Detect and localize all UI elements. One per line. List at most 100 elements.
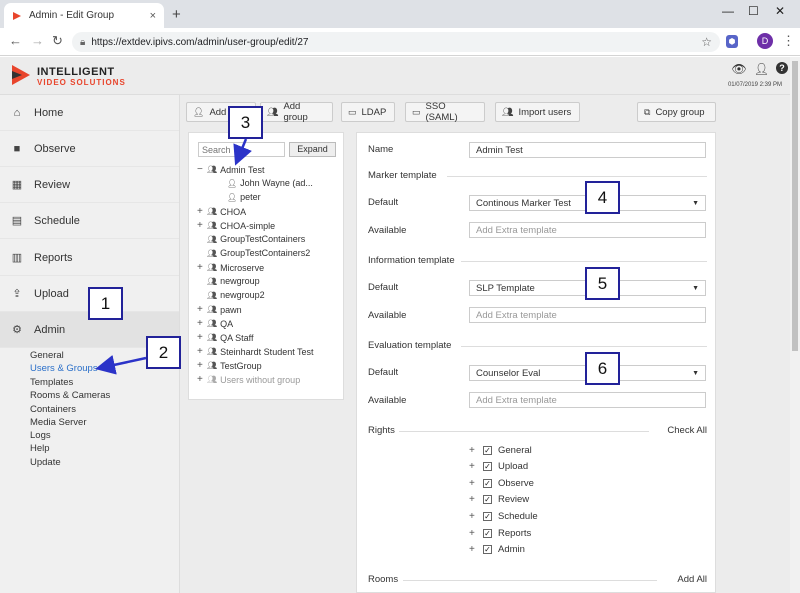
tree-row-group[interactable]: 👥︎ GroupTestContainers — [207, 234, 305, 244]
bookmark-star-icon[interactable]: ☆ — [701, 35, 712, 49]
sidebar-item-home[interactable]: ⌂ Home — [0, 95, 179, 131]
right-row: + ✓ Reports — [469, 528, 531, 539]
help-icon[interactable]: ? — [776, 62, 788, 74]
tree-row-label: TestGroup — [220, 360, 262, 371]
tree-row-group[interactable]: 👥︎ newgroup2 — [207, 290, 265, 300]
browser-menu-icon[interactable]: ⋮ — [782, 33, 795, 49]
sidebar-item-review[interactable]: ▦ Review — [0, 167, 179, 203]
name-input[interactable]: Admin Test — [469, 142, 706, 158]
tree-row-label: Users without group — [220, 374, 301, 385]
address-bar[interactable]: 🔒︎ https://extdev.ipivs.com/admin/user-g… — [72, 32, 720, 52]
tree-row-group[interactable]: + 👥︎ CHOA-simple — [197, 220, 275, 231]
tree-toggle[interactable]: + — [197, 360, 207, 371]
tree-row-user[interactable]: 👤︎ peter — [227, 192, 261, 202]
window-close-icon[interactable]: ✕ — [775, 4, 785, 18]
scrollbar-thumb[interactable] — [792, 61, 798, 351]
right-checkbox[interactable]: ✓ — [483, 529, 492, 538]
tree-row-group[interactable]: + 👥︎ Users without group — [197, 374, 300, 385]
profile-avatar[interactable]: D — [757, 33, 773, 49]
chevron-down-icon: ▼ — [692, 284, 699, 292]
expand-plus-icon[interactable]: + — [469, 511, 483, 522]
check-all-link[interactable]: Check All — [667, 425, 707, 436]
browser-tab[interactable]: Admin - Edit Group × — [4, 3, 164, 28]
info-available-input[interactable]: Add Extra template — [469, 307, 706, 323]
divider — [403, 580, 657, 581]
tree-toggle[interactable]: − — [197, 164, 207, 175]
tree-toggle[interactable]: + — [197, 220, 207, 231]
right-checkbox[interactable]: ✓ — [483, 545, 492, 554]
tree-row-group[interactable]: 👥︎ GroupTestContainers2 — [207, 248, 310, 258]
right-checkbox[interactable]: ✓ — [483, 479, 492, 488]
eval-available-input[interactable]: Add Extra template — [469, 392, 706, 408]
tree-row-user[interactable]: 👤︎ John Wayne (ad... — [227, 178, 313, 188]
user-icon[interactable]: 👤︎ — [754, 62, 769, 76]
import-users-button[interactable]: 👥︎ Import users — [495, 102, 580, 122]
sso-saml-button[interactable]: ▭ SSO (SAML) — [405, 101, 485, 123]
tree-toggle[interactable]: + — [197, 318, 207, 329]
expand-plus-icon[interactable]: + — [469, 478, 483, 489]
admin-sub-media-server[interactable]: Media Server — [30, 417, 87, 428]
admin-sub-rooms-cameras[interactable]: Rooms & Cameras — [30, 390, 110, 401]
tree-row-group[interactable]: 👥︎ newgroup — [207, 276, 260, 286]
extension-icon[interactable]: ⬢ — [726, 35, 738, 48]
divider — [461, 346, 707, 347]
new-tab-button[interactable]: + — [172, 6, 181, 23]
admin-sub-update[interactable]: Update — [30, 457, 61, 468]
admin-sub-help[interactable]: Help — [30, 443, 50, 454]
eye-icon[interactable]: 👁︎ — [732, 62, 747, 76]
admin-sub-containers[interactable]: Containers — [30, 404, 76, 415]
tree-toggle[interactable]: + — [197, 346, 207, 357]
right-label: General — [498, 445, 532, 456]
add-all-link[interactable]: Add All — [677, 574, 707, 585]
admin-sub-logs[interactable]: Logs — [30, 430, 51, 441]
tree-toggle[interactable]: + — [197, 262, 207, 273]
tree-row-group[interactable]: + 👥︎ TestGroup — [197, 360, 262, 371]
right-checkbox[interactable]: ✓ — [483, 462, 492, 471]
tree-row-group[interactable]: + 👥︎ Microserve — [197, 262, 264, 273]
forward-icon[interactable]: → — [31, 33, 44, 48]
tree-toggle[interactable]: + — [197, 304, 207, 315]
admin-sub-users-groups[interactable]: Users & Groups — [30, 363, 98, 374]
admin-sub-general[interactable]: General — [30, 350, 64, 361]
group-icon: 👥︎ — [207, 361, 218, 370]
expand-plus-icon[interactable]: + — [469, 445, 483, 456]
right-checkbox[interactable]: ✓ — [483, 512, 492, 521]
tree-row-group[interactable]: + 👥︎ CHOA — [197, 206, 246, 217]
right-checkbox[interactable]: ✓ — [483, 495, 492, 504]
tree-row-group[interactable]: − 👥︎ Admin Test — [197, 164, 265, 175]
datetime: 01/07/2019 2:39 PM — [727, 82, 782, 88]
expand-button[interactable]: Expand — [289, 142, 336, 157]
select-value: SLP Template — [476, 282, 535, 294]
expand-plus-icon[interactable]: + — [469, 494, 483, 505]
information-template-heading: Information template — [368, 255, 455, 266]
video-camera-icon: ■ — [13, 142, 21, 155]
bar-chart-icon: ▥ — [11, 252, 23, 264]
lock-icon: 🔒︎ — [80, 36, 86, 48]
copy-group-button[interactable]: ⧉ Copy group — [637, 102, 716, 122]
ldap-button[interactable]: ▭ LDAP — [341, 102, 395, 122]
minimize-icon[interactable]: — — [722, 4, 734, 18]
tree-row-group[interactable]: + 👥︎ QA Staff — [197, 332, 254, 343]
back-icon[interactable]: ← — [9, 33, 22, 48]
expand-plus-icon[interactable]: + — [469, 544, 483, 555]
expand-plus-icon[interactable]: + — [469, 528, 483, 539]
tree-toggle[interactable]: + — [197, 374, 207, 385]
sidebar-item-reports[interactable]: ▥ Reports — [0, 240, 179, 276]
sidebar-item-schedule[interactable]: ▤ Schedule — [0, 203, 179, 239]
reload-icon[interactable]: ↻ — [52, 33, 63, 49]
tree-search-input[interactable] — [198, 142, 285, 157]
tree-row-group[interactable]: + 👥︎ pawn — [197, 304, 242, 315]
marker-available-input[interactable]: Add Extra template — [469, 222, 706, 238]
tree-toggle[interactable]: + — [197, 332, 207, 343]
admin-sub-templates[interactable]: Templates — [30, 377, 73, 388]
tree-toggle[interactable]: + — [197, 206, 207, 217]
tree-row-group[interactable]: + 👥︎ Steinhardt Student Test — [197, 346, 314, 357]
scrollbar[interactable] — [790, 57, 800, 593]
tree-row-group[interactable]: + 👥︎ QA — [197, 318, 233, 329]
sidebar-item-observe[interactable]: ■ Observe — [0, 131, 179, 167]
expand-plus-icon[interactable]: + — [469, 461, 483, 472]
add-group-button[interactable]: 👥︎ Add group — [260, 101, 333, 123]
right-checkbox[interactable]: ✓ — [483, 446, 492, 455]
maximize-icon[interactable]: ☐ — [748, 4, 759, 18]
tab-close-icon[interactable]: × — [150, 10, 156, 22]
